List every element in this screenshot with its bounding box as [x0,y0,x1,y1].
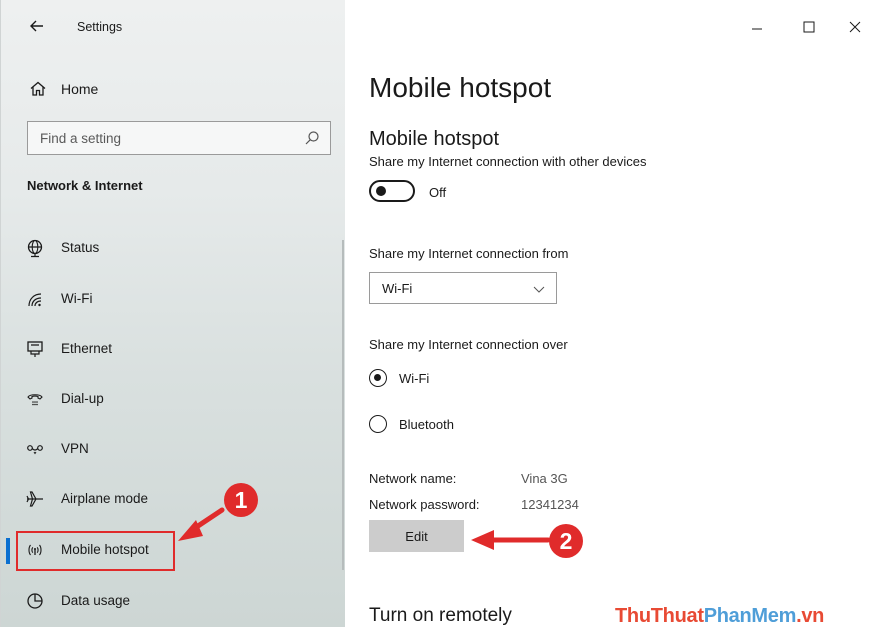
callout-2-badge: 2 [549,524,583,558]
arrow-2-head [471,530,494,550]
annotation-arrows [178,507,551,550]
callout-1-badge: 1 [224,483,258,517]
